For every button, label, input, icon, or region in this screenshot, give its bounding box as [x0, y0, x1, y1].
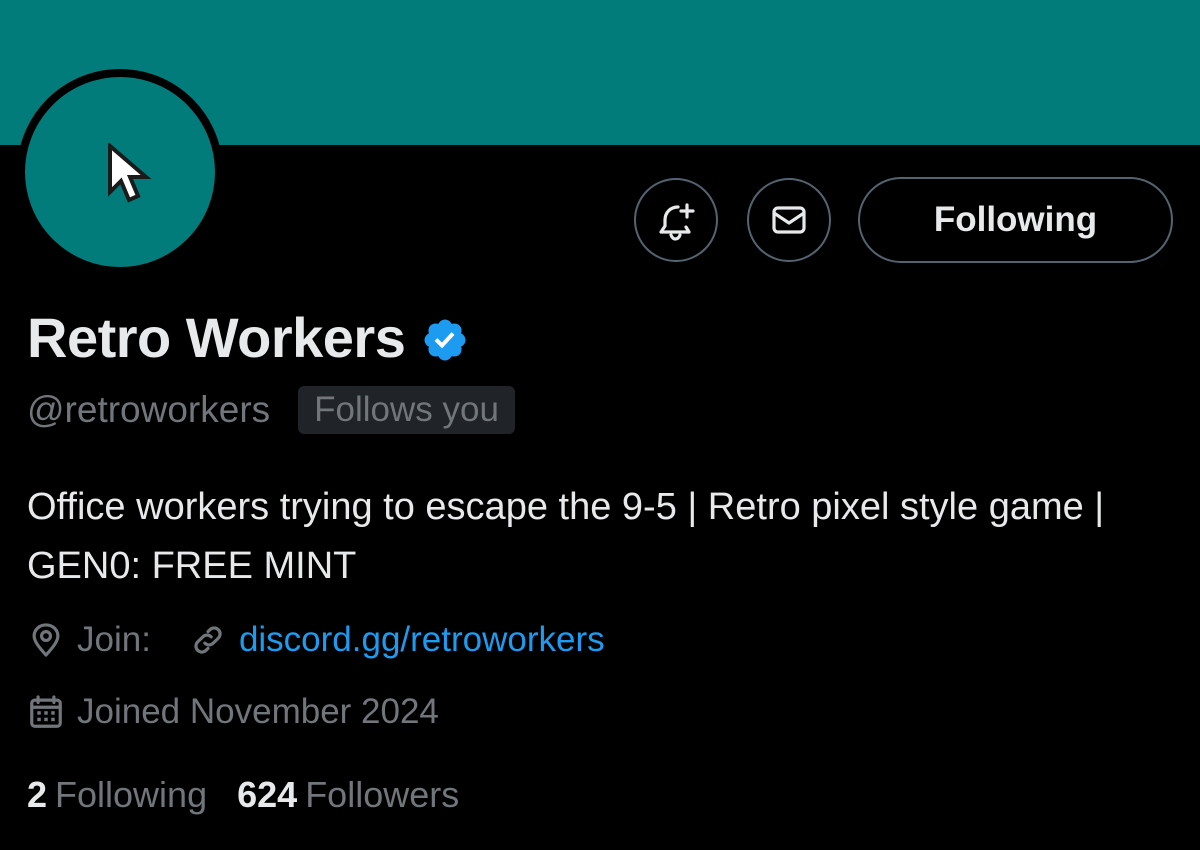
- display-name: Retro Workers: [27, 306, 406, 369]
- profile-page: Following Retro Workers @retroworkers Fo…: [0, 0, 1200, 850]
- notifications-button[interactable]: [634, 178, 718, 262]
- envelope-icon: [772, 206, 806, 234]
- follows-you-badge: Follows you: [298, 386, 515, 434]
- followers-label: Followers: [305, 774, 460, 815]
- link-icon: [189, 621, 227, 659]
- followers-stat[interactable]: 624 Followers: [237, 772, 459, 818]
- followers-count: 624: [237, 774, 298, 815]
- display-name-row: Retro Workers: [27, 303, 469, 373]
- profile-stats: 2 Following 624 Followers: [27, 772, 459, 818]
- profile-handle: @retroworkers: [27, 389, 271, 430]
- handle-row: @retroworkers Follows you: [27, 385, 515, 435]
- profile-joined-row: Joined November 2024: [27, 689, 439, 735]
- bell-plus-icon: [659, 203, 695, 241]
- following-stat[interactable]: 2 Following: [27, 772, 207, 818]
- profile-avatar[interactable]: [17, 69, 223, 275]
- verified-badge-icon[interactable]: [421, 316, 469, 364]
- calendar-icon: [27, 693, 65, 731]
- following-count: 2: [27, 774, 48, 815]
- location-pin-icon: [27, 621, 65, 659]
- profile-website[interactable]: discord.gg/retroworkers: [189, 617, 605, 663]
- profile-location-row: Join: discord.gg/retroworkers: [27, 617, 605, 663]
- profile-joined-date: Joined November 2024: [77, 692, 439, 731]
- website-link[interactable]: discord.gg/retroworkers: [239, 617, 605, 663]
- profile-bio: Office workers trying to escape the 9-5 …: [27, 486, 1105, 587]
- following-button[interactable]: Following: [858, 177, 1173, 263]
- profile-location: Join:: [77, 620, 151, 659]
- following-label: Following: [55, 774, 208, 815]
- message-button[interactable]: [747, 178, 831, 262]
- pixel-cursor-icon: [108, 143, 152, 203]
